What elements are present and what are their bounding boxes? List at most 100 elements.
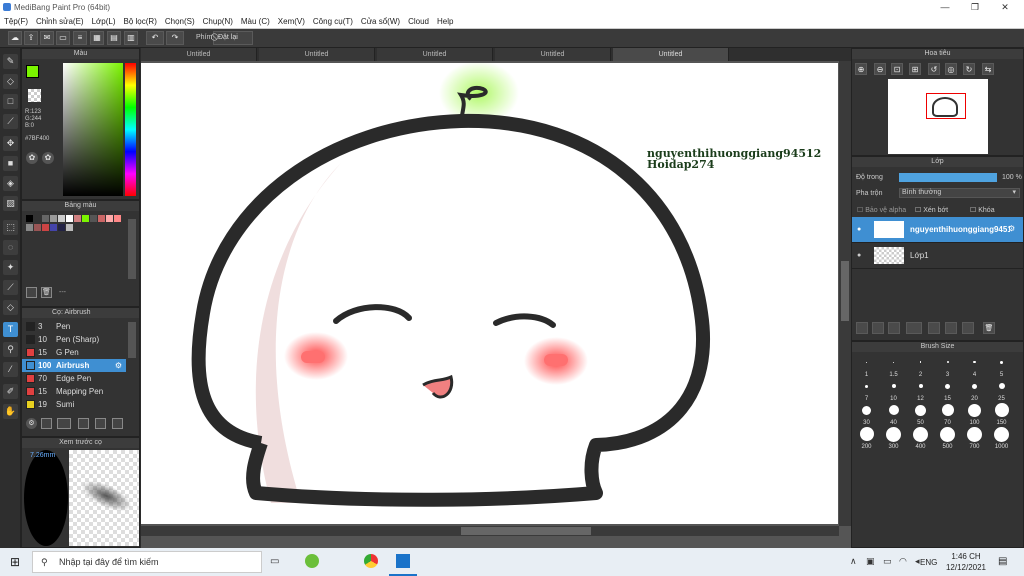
rotate-left-icon[interactable]: ↺ [928, 63, 940, 75]
select-eraser-tool-icon[interactable]: ◇ [3, 300, 18, 315]
magic-wand-tool-icon[interactable]: ✦ [3, 260, 18, 275]
palette-swatch[interactable] [90, 215, 97, 222]
menu-layer[interactable]: Lớp(L) [88, 15, 120, 29]
clock[interactable]: 1:46 CH 12/12/2021 [944, 551, 988, 573]
palette-swatch[interactable] [26, 224, 33, 231]
menu-color[interactable]: Màu (C) [237, 15, 274, 29]
brush-size-option[interactable]: 10 [881, 378, 906, 402]
close-button[interactable]: ✕ [990, 0, 1020, 15]
palette-swatch[interactable] [50, 224, 57, 231]
palette-swatch[interactable] [66, 224, 73, 231]
brush-size-option[interactable]: 100 [962, 402, 987, 426]
protect-alpha-option[interactable]: ☐ Bảo vệ alpha [857, 206, 906, 214]
palette-swatch[interactable] [74, 215, 81, 222]
menu-window[interactable]: Cửa sổ(W) [357, 15, 404, 29]
brush-size-option[interactable]: 25 [989, 378, 1014, 402]
duplicate-layer-icon[interactable] [945, 322, 957, 334]
zoom-out-icon[interactable]: ⊖ [874, 63, 886, 75]
brush-size-option[interactable]: 1000 [989, 426, 1014, 450]
brush-size-option[interactable]: 5 [989, 354, 1014, 378]
menu-filter[interactable]: Bộ lọc(R) [120, 15, 161, 29]
opacity-slider[interactable] [899, 173, 997, 182]
new-8bit-layer-icon[interactable] [888, 322, 900, 334]
add-layer-menu-icon[interactable] [906, 322, 922, 334]
brush-size-option[interactable]: 12 [908, 378, 933, 402]
eraser-tool-icon[interactable]: ◇ [3, 74, 18, 89]
rectangle-tool-icon[interactable]: □ [3, 94, 18, 109]
actual-size-icon[interactable]: ⊞ [909, 63, 921, 75]
task-view-icon[interactable]: ▭ [270, 556, 279, 567]
brush-size-option[interactable]: 7 [854, 378, 879, 402]
palette-swatch[interactable] [26, 215, 33, 222]
menu-file[interactable]: Tệp(F) [0, 15, 32, 29]
brush-size-option[interactable]: 30 [854, 402, 879, 426]
brush-settings-icon[interactable]: ⚙ [26, 418, 37, 429]
brush-size-option[interactable]: 3 [935, 354, 960, 378]
hue-slider[interactable] [125, 63, 136, 196]
select-rect-tool-icon[interactable]: ⬚ [3, 220, 18, 235]
brush-size-option[interactable]: 500 [935, 426, 960, 450]
eyedropper-tool-icon[interactable]: ✐ [3, 384, 18, 399]
trash-icon[interactable]: 🗑 [41, 287, 52, 298]
new-layer-icon[interactable] [856, 322, 868, 334]
brush-size-option[interactable]: 150 [989, 402, 1014, 426]
palette-swatch[interactable] [66, 215, 73, 222]
palette-swatch[interactable] [106, 215, 113, 222]
new-brush-icon[interactable] [41, 418, 52, 429]
horizontal-scroll-thumb[interactable] [461, 527, 591, 535]
palette-swatch[interactable] [58, 215, 65, 222]
hand-tool-icon[interactable]: ✋ [3, 404, 18, 419]
brush-size-option[interactable]: 50 [908, 402, 933, 426]
notification-icon[interactable]: ▤ [998, 556, 1007, 567]
gradient-tool-icon[interactable]: ▨ [3, 196, 18, 211]
maximize-button[interactable]: ❐ [960, 0, 990, 15]
palette-swatch[interactable] [42, 224, 49, 231]
palette-swatch[interactable] [34, 215, 41, 222]
tab-document-4[interactable]: Untitled [495, 48, 611, 61]
folder-icon[interactable] [95, 418, 106, 429]
palette-swatch[interactable] [58, 224, 65, 231]
palette-picker-icon[interactable]: ✿ [42, 152, 54, 164]
share-icon[interactable]: ⇪ [24, 31, 38, 45]
menu-tools[interactable]: Công cụ(T) [309, 15, 357, 29]
operation-tool-icon[interactable]: ⚲ [3, 342, 18, 357]
brush-item[interactable]: 19 Sumi [22, 398, 126, 411]
trash-icon[interactable]: 🗑 [983, 322, 995, 334]
language-indicator[interactable]: ENG [920, 558, 937, 567]
taskbar-search-input[interactable]: ⚲ Nhập tại đây để tìm kiếm [32, 551, 262, 573]
tray-app-icon[interactable]: ▣ [866, 556, 875, 567]
tab-document-2[interactable]: Untitled [259, 48, 375, 61]
menu-snap[interactable]: Chụp(N) [199, 15, 237, 29]
transparent-swatch[interactable] [28, 89, 41, 102]
list-icon[interactable]: ≡ [73, 31, 87, 45]
brush-list-scrollbar[interactable] [128, 322, 136, 358]
layer-row-layer1[interactable]: ● Lớp1 [852, 243, 1023, 269]
layer-name[interactable]: Lớp1 [910, 251, 929, 260]
brush-size-option[interactable]: 2 [908, 354, 933, 378]
fit-icon[interactable]: ⊡ [891, 63, 903, 75]
new-halftone-layer-icon[interactable] [872, 322, 884, 334]
medibang-taskbar-icon[interactable] [396, 554, 410, 568]
canvas-area[interactable]: nguyenthihuonggiang94512 Hoidap274 [141, 61, 851, 548]
saturation-value-picker[interactable] [63, 63, 123, 196]
palette-icon[interactable]: ✿ [26, 152, 38, 164]
bucket-tool-icon[interactable]: ◈ [3, 176, 18, 191]
duplicate-icon[interactable] [112, 418, 123, 429]
palette-swatch[interactable] [98, 215, 105, 222]
menu-select[interactable]: Chọn(S) [161, 15, 199, 29]
lock-option[interactable]: ☐ Khóa [970, 206, 995, 214]
vertical-scrollbar[interactable] [839, 61, 851, 526]
windows-start-icon[interactable]: ⊞ [10, 556, 22, 568]
brush-item[interactable]: 70 Edge Pen [22, 372, 126, 385]
brush-size-option[interactable]: 15 [935, 378, 960, 402]
dropper-tool-icon[interactable]: ⁄ [3, 362, 18, 377]
battery-icon[interactable]: ▭ [883, 556, 892, 567]
text-tool-icon[interactable]: T [3, 322, 18, 337]
palette-swatch[interactable] [114, 215, 121, 222]
copy-brush-icon[interactable] [78, 418, 89, 429]
move-tool-icon[interactable]: ✥ [3, 136, 18, 151]
brush-size-option[interactable]: 1 [854, 354, 879, 378]
brush-size-option[interactable]: 1.5 [881, 354, 906, 378]
navigator-thumbnail[interactable] [888, 79, 988, 154]
palette-scrollbar[interactable] [128, 219, 136, 279]
